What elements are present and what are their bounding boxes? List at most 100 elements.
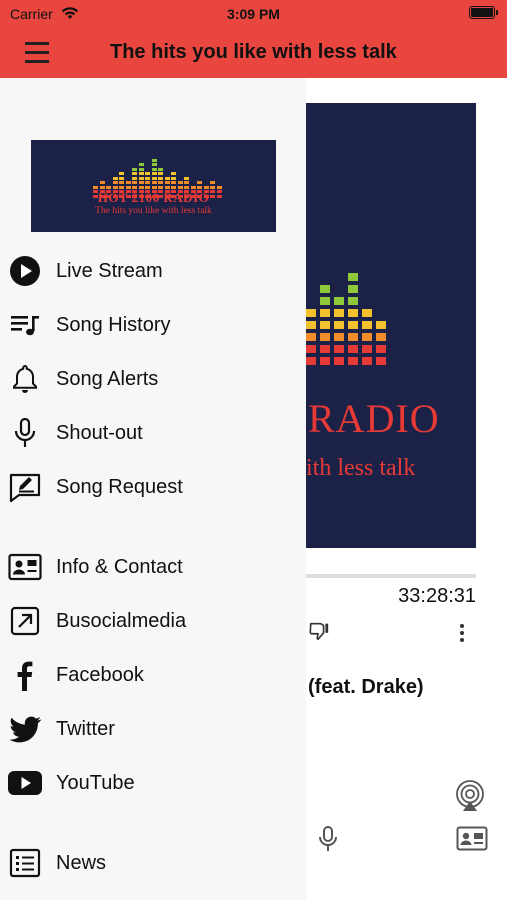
equalizer-block [210,181,215,184]
clock: 3:09 PM [227,6,280,22]
microphone-icon[interactable] [317,826,339,852]
equalizer-block [112,176,118,180]
airplay-icon[interactable] [454,780,486,812]
menu-item-label: Song History [56,314,171,336]
equalizer-block [376,345,386,353]
equalizer-block [348,297,358,305]
equalizer-block [320,321,330,329]
thumbs-down-icon[interactable] [308,620,330,642]
menu-item-label: Twitter [56,718,115,740]
equalizer-block [348,321,358,329]
equalizer-block [125,185,131,189]
bell-icon [13,364,37,393]
equalizer-block [306,357,316,365]
menu-item-song-alerts[interactable]: Song Alerts [0,356,306,402]
equalizer-block [334,357,344,365]
equalizer-block [132,172,137,175]
menu-item-shout-out[interactable]: Shout-out [0,410,306,456]
equalizer-block [348,285,358,293]
equalizer-block [164,176,170,180]
equalizer-block [306,321,316,329]
equalizer-block [348,309,358,317]
album-art-title: RADIO [308,396,440,441]
facebook-icon [17,661,33,691]
menu-item-twitter[interactable]: Twitter [0,706,306,752]
equalizer-block [334,345,344,353]
equalizer-block [171,176,176,180]
equalizer-block [334,297,344,305]
equalizer-block [138,172,144,175]
equalizer-block [362,357,372,365]
twitter-icon [9,716,42,743]
equalizer-block [158,172,163,175]
equalizer-block [348,333,358,341]
equalizer-block [320,333,330,341]
equalizer-block [362,333,372,341]
menu-item-news[interactable]: News [0,840,306,886]
menu-item-youtube[interactable]: YouTube [0,760,306,806]
menu-item-song-request[interactable]: Song Request [0,464,306,510]
equalizer-block [112,181,118,184]
equalizer-block [119,176,124,180]
equalizer-block [334,333,344,341]
equalizer-block [119,185,124,189]
equalizer-block [151,181,157,184]
equalizer-block [138,167,144,171]
equalizer-block [320,309,330,317]
menu-item-song-history[interactable]: Song History [0,302,306,348]
progress-bar[interactable] [306,574,476,578]
equalizer-block [171,181,176,184]
equalizer-block [119,172,124,175]
menu-item-live-stream[interactable]: Live Stream [0,248,306,294]
equalizer-block [362,321,372,329]
equalizer-block [99,181,105,184]
equalizer-block [93,185,98,189]
equalizer-block [171,185,176,189]
menu-item-label: Shout-out [56,422,143,444]
equalizer-block [320,285,330,293]
edit-square-icon [9,473,41,503]
menu-item-busocialmedia[interactable]: Busocialmedia [0,598,306,644]
equalizer-block [132,176,137,180]
menu-item-label: YouTube [56,772,135,794]
station-logo: HOT 2100 RADIO The hits you like with le… [31,140,276,232]
equalizer-block [151,167,157,171]
playlist-icon [11,316,39,336]
equalizer-block [151,163,157,166]
external-link-icon [10,606,40,636]
equalizer-block [306,345,316,353]
equalizer-block [177,181,183,184]
equalizer-block [184,176,189,180]
equalizer-block [348,345,358,353]
equalizer-block [184,181,189,184]
more-options-icon[interactable] [460,624,466,642]
equalizer-block [132,185,137,189]
equalizer-block [376,321,386,329]
menu-item-info-contact[interactable]: Info & Contact [0,544,306,590]
contact-card-icon[interactable] [456,826,488,852]
equalizer-block [145,172,150,175]
equalizer-block [158,185,163,189]
equalizer-block [334,321,344,329]
play-circle-icon [10,256,40,286]
equalizer-block [306,333,316,341]
equalizer-block [216,185,222,189]
battery-icon [469,6,498,19]
equalizer-block [306,309,316,317]
equalizer-block [138,176,144,180]
equalizer-block [125,181,131,184]
logo-subtitle: The hits you like with less talk [95,206,212,216]
equalizer-block [197,185,202,189]
equalizer-block [145,185,150,189]
hamburger-menu-icon[interactable] [25,40,51,66]
equalizer-block [138,181,144,184]
equalizer-block [210,185,215,189]
equalizer-block [145,176,150,180]
equalizer-block [362,345,372,353]
menu-item-facebook[interactable]: Facebook [0,652,306,698]
equalizer-block [158,167,163,171]
menu-item-label: Busocialmedia [56,610,187,632]
equalizer-block [177,185,183,189]
equalizer-block [376,333,386,341]
equalizer-block [362,309,372,317]
